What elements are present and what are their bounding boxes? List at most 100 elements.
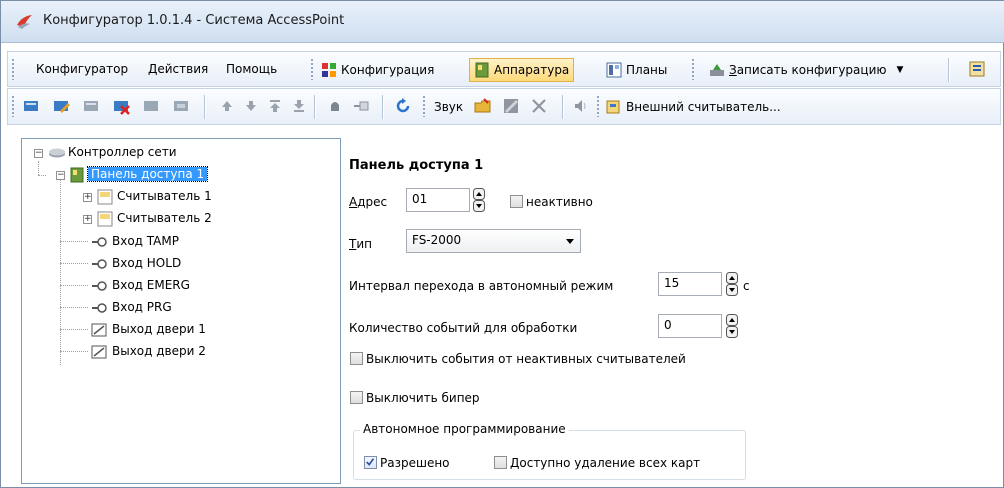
move-top-icon[interactable] xyxy=(266,97,284,115)
toolbar-grip[interactable] xyxy=(11,58,15,80)
expand-toggle[interactable]: + xyxy=(83,215,92,224)
collapse-toggle[interactable]: − xyxy=(34,149,43,158)
plans-label: Планы xyxy=(626,63,668,77)
tree-line xyxy=(60,329,88,331)
delete-all-cards-label: Доступно удаление всех карт xyxy=(510,456,701,470)
address-spinner[interactable] xyxy=(473,188,485,212)
toolbar-separator xyxy=(562,95,564,119)
edit-device-icon[interactable] xyxy=(52,97,70,115)
delete-device-icon[interactable] xyxy=(112,97,130,115)
tree-node-door-output-2[interactable]: Выход двери 2 xyxy=(112,344,206,358)
hardware-icon xyxy=(475,62,489,78)
copy-device-icon[interactable] xyxy=(142,97,160,115)
refresh-icon[interactable] xyxy=(394,97,412,115)
address-label: Адрес xyxy=(349,195,388,209)
write-config-label: Записать конфигурацию xyxy=(729,63,887,77)
tree-line xyxy=(60,351,88,353)
app-window: Конфигуратор 1.0.1.4 - Система AccessPoi… xyxy=(0,0,1004,488)
window-title: Конфигуратор 1.0.1.4 - Система AccessPoi… xyxy=(43,13,345,28)
device-tree[interactable]: − Контроллер сети − Панель доступа 1 + С… xyxy=(21,138,341,484)
tree-node-network-controller[interactable]: Контроллер сети xyxy=(68,145,177,159)
type-select-value: FS-2000 xyxy=(412,233,462,247)
expand-toggle[interactable]: + xyxy=(83,193,92,202)
tree-line xyxy=(38,175,46,177)
inactive-checkbox[interactable] xyxy=(510,195,523,208)
bell-icon[interactable] xyxy=(326,97,344,115)
checkmark-icon xyxy=(366,458,375,466)
attach-icon[interactable] xyxy=(352,97,370,115)
add-device-icon[interactable] xyxy=(22,97,40,115)
tree-node-input-prg[interactable]: Вход PRG xyxy=(112,300,172,314)
toolbar-grip[interactable] xyxy=(691,58,695,80)
external-reader-icon xyxy=(606,100,620,114)
collapse-toggle[interactable]: − xyxy=(56,171,65,180)
door-output-icon xyxy=(91,345,107,359)
save-icon[interactable] xyxy=(502,97,520,115)
hardware-tab-button[interactable]: Аппаратура xyxy=(469,58,575,82)
toolbar-separator xyxy=(314,95,316,119)
tree-node-access-panel[interactable]: Панель доступа 1 xyxy=(86,166,209,182)
plans-tab-button[interactable]: Планы xyxy=(602,58,671,82)
external-reader-button[interactable]: Внешний считыватель... xyxy=(606,95,781,119)
network-controller-icon xyxy=(49,148,65,158)
disable-inactive-events-label: Выключить события от неактивных считыват… xyxy=(366,352,686,366)
autonomous-interval-input[interactable]: 15 xyxy=(658,272,722,296)
allowed-label: Разрешено xyxy=(380,456,450,470)
tree-node-input-tamp[interactable]: Вход TAMP xyxy=(112,234,179,248)
users-icon[interactable] xyxy=(968,60,986,78)
chevron-down-icon xyxy=(566,239,574,244)
speaker-icon[interactable] xyxy=(572,97,590,115)
disable-beeper-checkbox[interactable] xyxy=(350,391,363,404)
add-subdevice-icon[interactable] xyxy=(82,97,100,115)
tool-strip: Звук Внешний считыватель... xyxy=(7,88,1001,125)
type-select[interactable]: FS-2000 xyxy=(406,229,581,253)
toolbar-grip[interactable] xyxy=(11,95,15,117)
tree-line xyxy=(60,175,62,365)
configuration-icon xyxy=(322,63,336,77)
toolbar-grip[interactable] xyxy=(422,95,426,117)
arrow-up-icon[interactable] xyxy=(218,97,236,115)
menu-help[interactable]: Помощь xyxy=(226,62,277,76)
toolbar-grip[interactable] xyxy=(310,58,314,80)
input-icon xyxy=(92,259,107,269)
tree-node-reader-2[interactable]: Считыватель 2 xyxy=(117,211,212,225)
open-folder-icon[interactable] xyxy=(474,97,492,115)
arrow-down-icon[interactable] xyxy=(242,97,260,115)
reader-icon xyxy=(97,189,113,205)
tree-line xyxy=(60,307,88,309)
disable-inactive-events-checkbox[interactable] xyxy=(350,352,363,365)
input-icon xyxy=(92,281,107,291)
toolbar-grip[interactable] xyxy=(596,95,600,117)
allowed-checkbox[interactable] xyxy=(364,456,377,469)
tree-node-door-output-1[interactable]: Выход двери 1 xyxy=(112,322,206,336)
tree-node-input-emerg[interactable]: Вход EMERG xyxy=(112,278,190,292)
autonomous-interval-unit: с xyxy=(743,279,750,293)
autonomous-interval-label: Интервал перехода в автономный режим xyxy=(349,279,614,293)
input-icon xyxy=(92,237,107,247)
move-bottom-icon[interactable] xyxy=(290,97,308,115)
properties-panel: Панель доступа 1 Адрес 01 неактивно Тип … xyxy=(346,138,1001,484)
close-icon[interactable] xyxy=(530,97,548,115)
events-count-spinner[interactable] xyxy=(726,314,738,338)
access-panel-icon xyxy=(70,167,84,183)
tree-node-reader-1[interactable]: Считыватель 1 xyxy=(117,189,212,203)
chevron-down-icon: ▼ xyxy=(896,65,904,75)
menu-actions[interactable]: Действия xyxy=(148,62,208,76)
door-output-icon xyxy=(91,323,107,337)
autonomous-interval-spinner[interactable] xyxy=(726,272,738,296)
configuration-tab-button[interactable]: Конфигурация xyxy=(317,58,438,82)
write-configuration-button[interactable]: Записать конфигурацию ▼ xyxy=(705,58,907,82)
tree-node-input-hold[interactable]: Вход HOLD xyxy=(112,256,181,270)
toolbar-separator xyxy=(948,58,950,82)
paste-device-icon[interactable] xyxy=(172,97,190,115)
sound-label[interactable]: Звук xyxy=(434,100,463,114)
toolbar-separator xyxy=(204,95,206,119)
title-bar: Конфигуратор 1.0.1.4 - Система AccessPoi… xyxy=(1,1,1004,43)
events-count-input[interactable]: 0 xyxy=(658,314,722,338)
toolbar-separator xyxy=(382,95,384,119)
reader-icon xyxy=(97,211,113,227)
address-input[interactable]: 01 xyxy=(406,188,470,212)
delete-all-cards-checkbox[interactable] xyxy=(494,456,507,469)
type-label: Тип xyxy=(349,237,372,251)
menu-configurator[interactable]: Конфигуратор xyxy=(36,62,128,76)
